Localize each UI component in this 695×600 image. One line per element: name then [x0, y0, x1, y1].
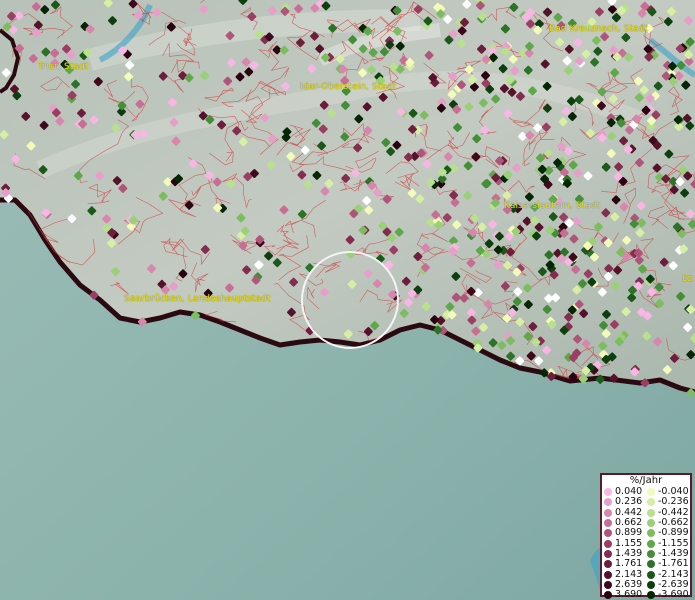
legend-value: 0.236: [615, 496, 643, 508]
legend-swatch: [647, 591, 655, 600]
legend-swatch: [604, 580, 612, 589]
legend-swatch: [647, 549, 655, 558]
legend-value: -0.899: [658, 527, 689, 539]
legend-swatch: [604, 539, 612, 548]
legend-entry-negative: -1.761: [647, 559, 690, 569]
legend-panel: %/Jahr 0.040 -0.040 0.236 -0.236 0.442 -0.442…: [600, 473, 692, 600]
city-label-kaiserslautern: Kaiserslautern, Stadt: [504, 201, 601, 211]
legend-rows: 0.040 -0.040 0.236 -0.236 0.442 -0.442 0.662 -0…: [604, 487, 690, 600]
city-label-trier: Trier, Stadt: [38, 62, 89, 72]
legend-swatch: [647, 529, 655, 538]
legend-swatch: [647, 560, 655, 569]
legend-swatch: [647, 580, 655, 589]
legend-swatch: [604, 570, 612, 579]
legend-swatch: [647, 570, 655, 579]
legend-row: 1.761 -1.761: [604, 559, 690, 569]
legend-row: 0.899 -0.899: [604, 528, 690, 538]
legend-swatch: [647, 488, 655, 497]
legend-value: 3.690: [615, 589, 643, 600]
legend-entry-negative: -0.899: [647, 528, 690, 538]
legend-entry-positive: 1.761: [604, 559, 647, 569]
legend-swatch: [604, 529, 612, 538]
legend-value: -1.761: [658, 558, 689, 570]
legend-swatch: [604, 488, 612, 497]
map-view[interactable]: Trier, Stadt Idar-Oberstein, Stadt Bad K…: [0, 0, 695, 600]
legend-value: -3.690: [658, 589, 689, 600]
legend-entry-negative: -3.690: [647, 590, 690, 600]
legend-swatch: [604, 591, 612, 600]
city-label-bad-kreuznach: Bad Kreuznach, Stadt: [549, 24, 649, 34]
legend-value: -0.236: [658, 496, 689, 508]
legend-entry-positive: 0.899: [604, 528, 647, 538]
city-label-ez: Ez: [682, 274, 693, 284]
legend-entry-positive: 3.690: [604, 590, 647, 600]
legend-value: 1.761: [615, 558, 643, 570]
legend-swatch: [647, 539, 655, 548]
legend-swatch: [647, 519, 655, 528]
legend-value: 0.899: [615, 527, 643, 539]
legend-row: 3.690 -3.690: [604, 590, 690, 600]
legend-swatch: [604, 508, 612, 517]
legend-swatch: [604, 549, 612, 558]
legend-swatch: [604, 560, 612, 569]
legend-swatch: [604, 519, 612, 528]
city-label-saarbruecken: Saarbrücken, Landeshauptstadt: [124, 294, 271, 304]
legend-entry-positive: 0.236: [604, 497, 647, 507]
legend-swatch: [647, 498, 655, 507]
legend-swatch: [647, 508, 655, 517]
city-label-idar-oberstein: Idar-Oberstein, Stadt: [300, 82, 397, 92]
legend-swatch: [604, 498, 612, 507]
legend-entry-negative: -0.236: [647, 497, 690, 507]
